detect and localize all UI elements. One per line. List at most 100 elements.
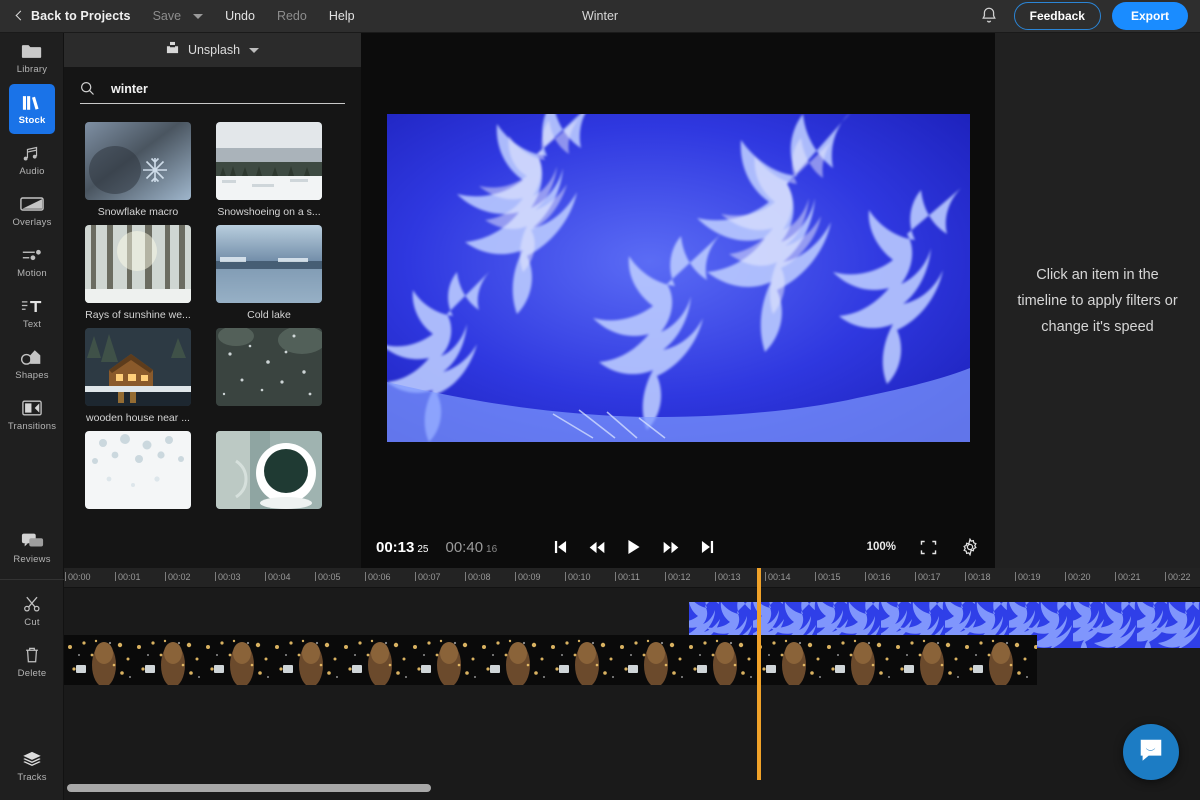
motion-sliders-icon [21,245,43,265]
sidebar-item-audio[interactable]: Audio [0,135,64,185]
play-button[interactable] [627,539,641,555]
stock-item[interactable]: Snowshoeing on a s... [211,122,327,218]
timeline-ruler[interactable]: 00:0000:0100:0200:0300:0400:0500:0600:07… [64,568,1200,588]
tick-label: 00:01 [118,572,141,582]
stock-thumbnail[interactable] [85,328,191,406]
save-dropdown-caret-icon[interactable] [193,14,203,19]
stock-search-row [80,81,345,104]
tick-label: 00:15 [818,572,841,582]
sidebar-label-tracks: Tracks [17,772,46,783]
stock-thumbnail[interactable] [216,431,322,509]
tick-label: 00:11 [618,572,640,582]
sidebar-item-overlays[interactable]: Overlays [0,186,64,236]
sidebar-label-shapes: Shapes [15,370,48,381]
top-toolbar: Back to Projects Save Undo Redo Help Win… [0,0,1200,33]
stock-thumbnail[interactable] [216,328,322,406]
tick-label: 00:21 [1118,572,1141,582]
fullscreen-icon[interactable] [920,540,937,555]
stock-thumbnail[interactable] [85,431,191,509]
tick-mark [665,572,666,581]
left-sidebar: Library Stock Audio [0,33,64,800]
stock-item[interactable]: Rays of sunshine we... [80,225,196,321]
timeline-track-video-2[interactable] [64,635,1037,685]
music-note-icon [22,143,42,163]
feedback-button[interactable]: Feedback [1014,2,1101,30]
tick-label: 00:10 [568,572,591,582]
chevron-left-icon [14,11,24,21]
zoom-level-label[interactable]: 100% [867,541,896,553]
tick-label: 00:00 [68,572,91,582]
tick-mark [315,572,316,581]
sidebar-label-cut: Cut [24,617,39,628]
sidebar-label-overlays: Overlays [12,217,51,228]
timeline-playhead[interactable] [757,568,761,780]
tick-label: 00:14 [768,572,791,582]
tick-mark [415,572,416,581]
stock-caption: Cold lake [211,309,327,321]
tick-mark [1015,572,1016,581]
export-button[interactable]: Export [1112,2,1188,30]
tick-mark [115,572,116,581]
trash-icon [24,645,40,665]
transitions-icon [22,398,42,418]
skip-to-start-button[interactable] [554,540,567,554]
tick-label: 00:12 [668,572,691,582]
timeline[interactable]: 00:0000:0100:0200:0300:0400:0500:0600:07… [64,568,1200,800]
layers-icon [22,749,42,769]
tick-label: 00:08 [468,572,491,582]
tick-mark [265,572,266,581]
timeline-horizontal-scrollbar[interactable] [64,784,1200,792]
sidebar-item-stock[interactable]: Stock [9,84,55,134]
video-preview[interactable] [387,114,970,442]
bell-icon[interactable] [978,5,1000,27]
menu-undo[interactable]: Undo [225,9,255,23]
sidebar-item-reviews[interactable]: Reviews [0,523,64,573]
skip-to-end-button[interactable] [701,540,714,554]
tick-label: 00:02 [168,572,191,582]
stock-item[interactable] [211,328,327,424]
sidebar-item-delete[interactable]: Delete [0,637,64,687]
gear-icon[interactable] [961,538,979,556]
sidebar-item-shapes[interactable]: Shapes [0,339,64,389]
stock-thumbnail[interactable] [85,225,191,303]
scissors-icon [23,594,41,614]
chevron-down-icon [249,48,259,53]
scrollbar-thumb[interactable] [67,784,431,792]
stock-item[interactable]: Snowflake macro [80,122,196,218]
menu-redo[interactable]: Redo [277,9,307,23]
tick-mark [1115,572,1116,581]
top-right-actions: Feedback Export [978,2,1188,30]
properties-hint-text: Click an item in the timeline to apply f… [995,262,1200,340]
stock-item[interactable]: wooden house near ... [80,328,196,424]
tick-mark [565,572,566,581]
sidebar-item-transitions[interactable]: Transitions [0,390,64,440]
sidebar-divider [0,579,64,580]
tick-label: 00:03 [218,572,241,582]
menu-save[interactable]: Save [153,9,182,23]
fast-forward-button[interactable] [663,541,679,554]
sidebar-item-cut[interactable]: Cut [0,586,64,636]
sidebar-item-tracks[interactable]: Tracks [0,741,64,791]
tick-label: 00:18 [968,572,991,582]
menu-help[interactable]: Help [329,9,355,23]
sidebar-item-text[interactable]: Text [0,288,64,338]
rewind-button[interactable] [589,541,605,554]
stock-item[interactable]: Cold lake [211,225,327,321]
text-icon [21,296,43,316]
stock-source-selector[interactable]: Unsplash [64,33,361,67]
stock-thumbnail[interactable] [85,122,191,200]
sidebar-item-motion[interactable]: Motion [0,237,64,287]
current-timecode: 00:1325 [376,539,429,556]
sidebar-item-library[interactable]: Library [0,33,64,83]
stock-item[interactable] [80,431,196,515]
stock-thumbnail[interactable] [216,225,322,303]
sidebar-label-motion: Motion [17,268,47,279]
back-to-projects-button[interactable]: Back to Projects [14,9,131,23]
stock-search-input[interactable] [111,82,345,96]
stock-thumbnail[interactable] [216,122,322,200]
tick-label: 00:09 [518,572,541,582]
stock-item[interactable] [211,431,327,515]
tick-label: 00:22 [1168,572,1191,582]
intercom-chat-button[interactable] [1123,724,1179,780]
tick-label: 00:16 [868,572,891,582]
